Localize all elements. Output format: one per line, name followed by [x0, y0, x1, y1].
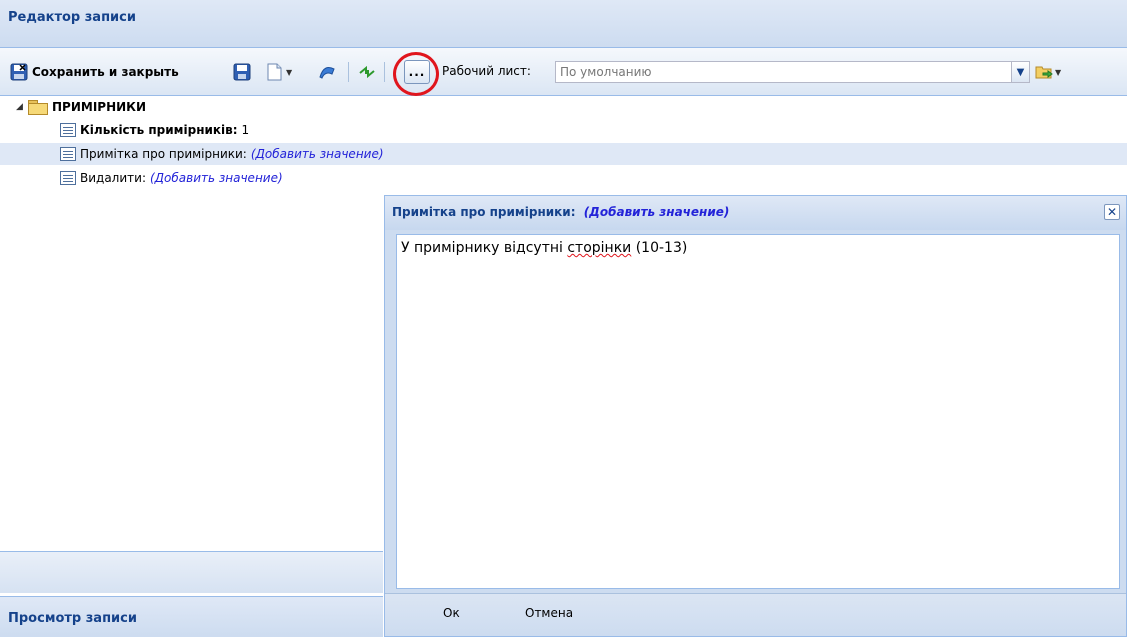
- chevron-down-icon: ▼: [1055, 67, 1062, 77]
- close-icon[interactable]: ✕: [1104, 204, 1120, 220]
- popup-title: Примітка про примірники: (Добавить значе…: [392, 205, 729, 219]
- save-close-label: Сохранить и закрыть: [32, 65, 179, 79]
- preview-panel-header[interactable]: Просмотр записи: [0, 596, 383, 637]
- export-button[interactable]: ▼: [1035, 60, 1061, 84]
- tree-row-value: 1: [241, 123, 250, 137]
- note-text: У примірнику відсутні сторінки (10-13): [401, 240, 687, 256]
- editor-panel-title: Редактор записи: [8, 10, 136, 25]
- save-button[interactable]: [233, 60, 251, 84]
- highlight-circle: [393, 52, 439, 96]
- worksheet-combo[interactable]: По умолчанию ▼: [555, 61, 1030, 83]
- tree-row-label: Кількість примірників:: [80, 123, 238, 137]
- worksheet-value: По умолчанию: [560, 65, 652, 79]
- editor-toolbar: Сохранить и закрыть ▼ ... Рабочий лист: …: [0, 48, 1127, 96]
- add-value-link[interactable]: (Добавить значение): [150, 171, 283, 185]
- transfer-button[interactable]: [358, 60, 376, 84]
- collapse-triangle-icon[interactable]: ◢: [16, 102, 26, 112]
- toolbar-separator: [384, 62, 385, 82]
- add-value-link[interactable]: (Добавить значение): [251, 147, 384, 161]
- arrows-icon: [358, 63, 376, 81]
- popup-title-value: (Добавить значение): [583, 205, 730, 219]
- popup-header[interactable]: Примітка про примірники: (Добавить значе…: [385, 196, 1126, 230]
- note-text-misspelled: сторінки: [567, 240, 632, 256]
- folder-open-icon: [28, 100, 48, 115]
- tree-root-row[interactable]: ◢ ПРИМІРНИКИ: [0, 96, 1127, 118]
- save-close-button[interactable]: Сохранить и закрыть: [10, 60, 179, 84]
- document-icon: [265, 63, 283, 81]
- field-icon: [60, 171, 76, 185]
- sign-button[interactable]: [318, 60, 336, 84]
- chevron-down-icon[interactable]: ▼: [1011, 62, 1029, 82]
- value-editor-popup: Примітка про примірники: (Добавить значе…: [384, 195, 1127, 637]
- tree-row-copies-count[interactable]: Кількість примірників: 1: [0, 119, 1127, 141]
- toolbar-separator: [348, 62, 349, 82]
- field-icon: [60, 123, 76, 137]
- tree-row-label: Примітка про примірники:: [80, 147, 247, 161]
- preview-panel-title: Просмотр записи: [8, 611, 137, 626]
- note-text-end: (10-13): [631, 240, 688, 256]
- tree-row-delete[interactable]: Видалити: (Добавить значение): [0, 167, 1127, 189]
- tree-row-copies-note[interactable]: Примітка про примірники: (Добавить значе…: [0, 143, 1127, 165]
- save-close-icon: [10, 63, 28, 81]
- app-window: Редактор записи Сохранить и закрыть ▼ ..…: [0, 0, 1127, 637]
- editor-panel-footer: [0, 551, 383, 593]
- popup-footer: Ок Отмена: [385, 593, 1126, 636]
- chevron-down-icon: ▼: [286, 67, 293, 77]
- pen-icon: [318, 63, 336, 81]
- ok-button[interactable]: Ок: [443, 606, 460, 620]
- editor-panel-header: Редактор записи: [0, 0, 1127, 48]
- note-text-start: У примірнику відсутні: [401, 240, 568, 256]
- field-icon: [60, 147, 76, 161]
- cancel-button[interactable]: Отмена: [525, 606, 573, 620]
- new-document-button[interactable]: ▼: [265, 60, 292, 84]
- tree-root-label: ПРИМІРНИКИ: [52, 100, 147, 114]
- floppy-disk-icon: [233, 63, 251, 81]
- tree-row-label: Видалити:: [80, 171, 146, 185]
- note-textarea[interactable]: У примірнику відсутні сторінки (10-13): [396, 234, 1120, 589]
- popup-title-label: Примітка про примірники:: [392, 205, 576, 219]
- worksheet-label: Рабочий лист:: [442, 64, 531, 78]
- folder-arrow-icon: [1035, 63, 1053, 81]
